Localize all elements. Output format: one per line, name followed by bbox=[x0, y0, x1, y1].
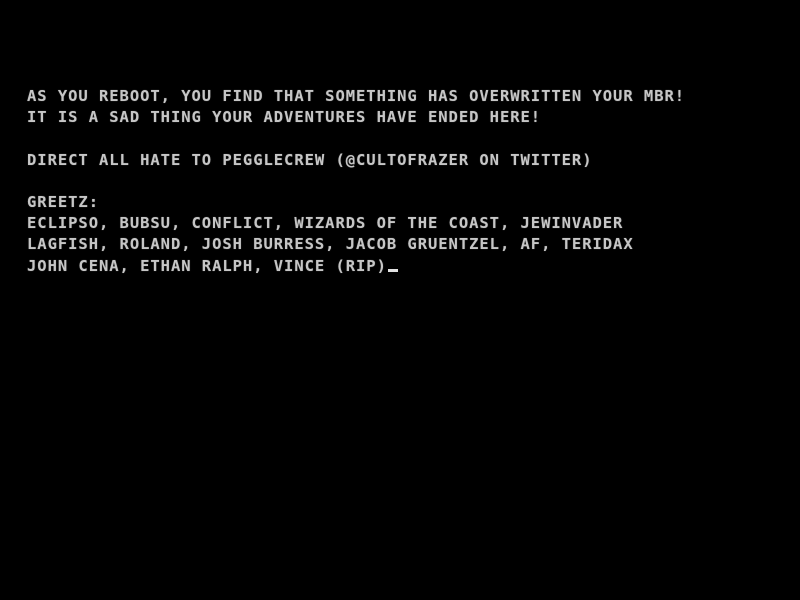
contact-line: DIRECT ALL HATE TO PEGGLECREW (@CULTOFRA… bbox=[27, 150, 593, 169]
greetz-line-3: JOHN CENA, ETHAN RALPH, VINCE (RIP) bbox=[27, 256, 387, 275]
message-line-2: IT IS A SAD THING YOUR ADVENTURES HAVE E… bbox=[27, 108, 542, 127]
text-cursor bbox=[387, 269, 398, 272]
greetz-heading: GREETZ: bbox=[27, 192, 99, 211]
console-text-area: AS YOU REBOOT, YOU FIND THAT SOMETHING H… bbox=[27, 86, 800, 277]
boot-screen: AS YOU REBOOT, YOU FIND THAT SOMETHING H… bbox=[0, 0, 800, 600]
greetz-line-3-row: JOHN CENA, ETHAN RALPH, VINCE (RIP) bbox=[27, 256, 800, 277]
message-line-1: AS YOU REBOOT, YOU FIND THAT SOMETHING H… bbox=[27, 87, 686, 105]
greetz-line-2: LAGFISH, ROLAND, JOSH BURRESS, JACOB GRU… bbox=[27, 235, 634, 254]
greetz-line-1: ECLIPSO, BUBSU, CONFLICT, WIZARDS OF THE… bbox=[27, 214, 624, 233]
